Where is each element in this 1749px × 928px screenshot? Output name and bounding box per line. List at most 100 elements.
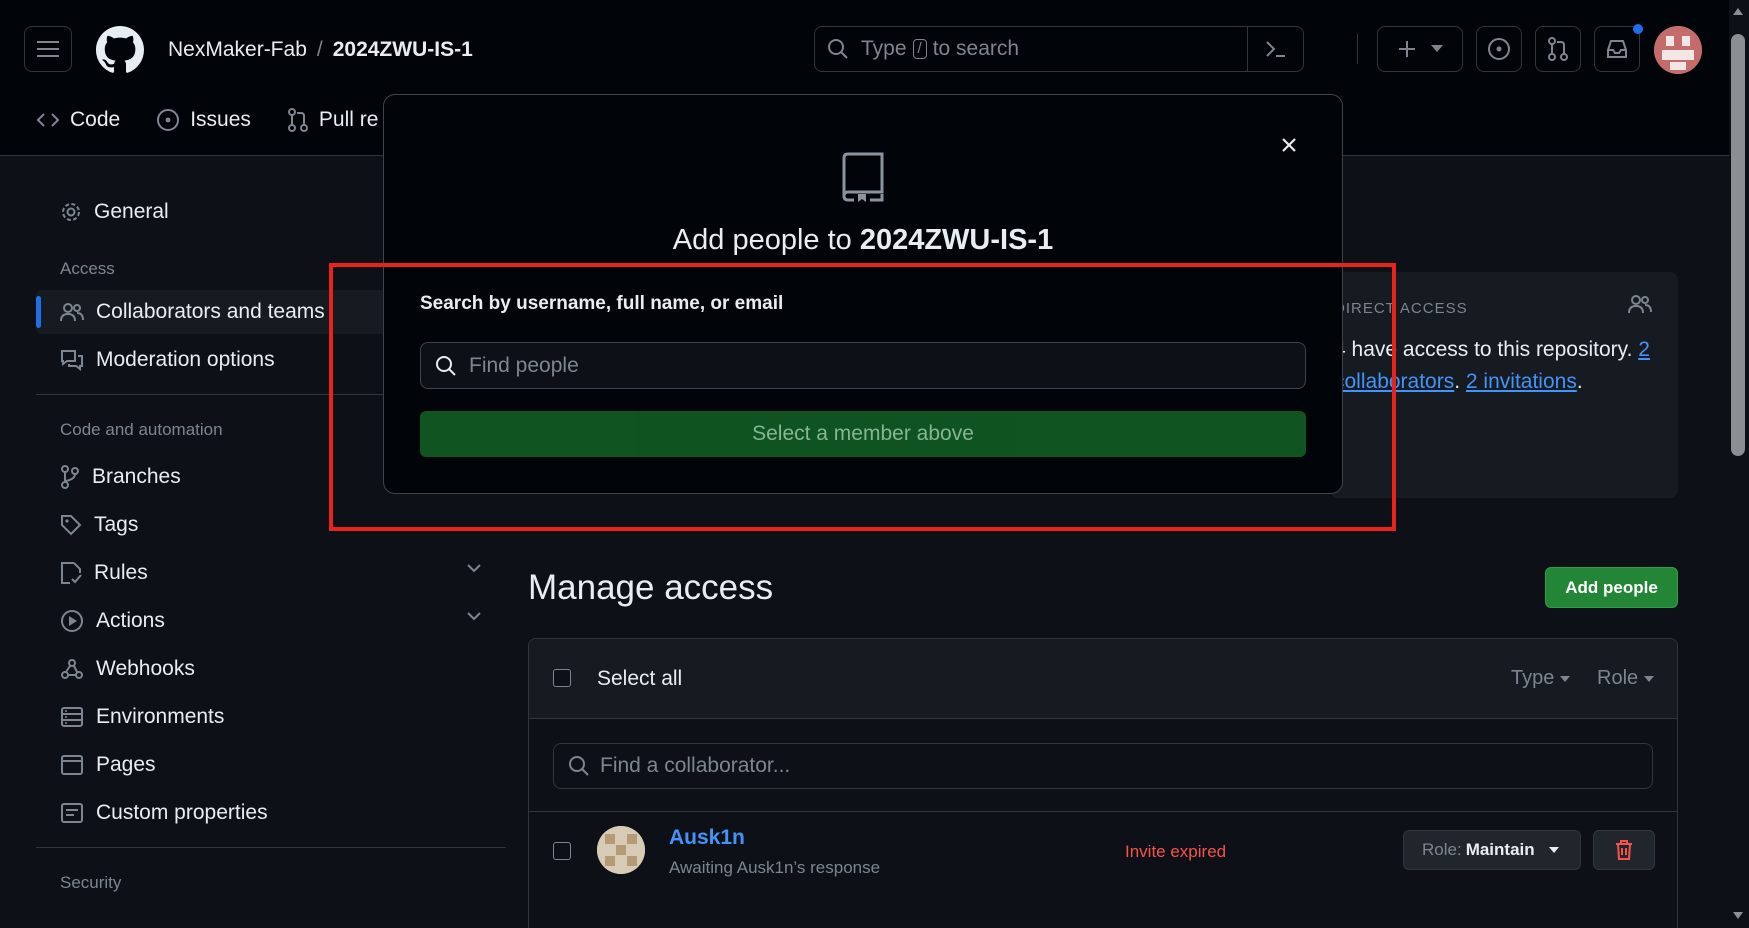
sidebar-item-label: Branches [92, 465, 181, 488]
tab-code[interactable]: Code [36, 108, 120, 132]
role-value: Maintain [1465, 840, 1535, 859]
access-end: . [1576, 370, 1583, 393]
scrollbar-thumb[interactable] [1731, 34, 1745, 456]
plus-icon [1399, 41, 1415, 57]
trash-icon [1616, 840, 1632, 860]
role-label: Role: [1422, 840, 1462, 859]
code-icon [36, 113, 60, 127]
dialog-title-prefix: Add people to [672, 224, 852, 256]
tab-issues[interactable]: Issues [156, 108, 251, 132]
row-checkbox[interactable] [553, 842, 571, 860]
inbox-icon [1607, 40, 1627, 58]
role-filter-label: Role [1597, 667, 1639, 689]
collaborators-table: Select all Type Role Find a collaborator… [528, 638, 1678, 928]
sidebar-item-rules[interactable]: Rules [36, 551, 506, 595]
close-icon[interactable] [1280, 136, 1298, 154]
sidebar-item-label: General [94, 200, 169, 223]
tab-pull-requests-label: Pull re [318, 108, 379, 131]
highlight-box [329, 263, 1396, 531]
inbox-button[interactable] [1594, 26, 1640, 72]
chevron-down-icon[interactable] [466, 563, 482, 573]
sidebar-section-security: Security [60, 873, 122, 892]
repo-icon [838, 152, 888, 204]
issue-icon [1488, 38, 1510, 60]
breadcrumb-owner[interactable]: NexMaker-Fab [168, 38, 307, 61]
play-icon [61, 610, 83, 632]
browser-icon [61, 755, 83, 775]
add-people-button[interactable]: Add people [1545, 567, 1678, 608]
issue-icon [157, 109, 180, 131]
gear-icon [62, 203, 80, 221]
sidebar-item-label: Custom properties [96, 801, 268, 824]
sidebar-item-environments[interactable]: Environments [36, 695, 506, 739]
role-filter[interactable]: Role [1597, 667, 1655, 690]
collaborator-name-link[interactable]: Ausk1n [669, 826, 745, 850]
find-collaborator-input[interactable]: Find a collaborator... [553, 743, 1653, 789]
github-logo-icon[interactable] [96, 26, 144, 74]
collaborator-subtext: Awaiting Ausk1n’s response [669, 858, 881, 877]
select-all-label: Select all [597, 667, 683, 690]
tag-icon [61, 515, 82, 536]
sidebar-item-custom-properties[interactable]: Custom properties [36, 791, 506, 835]
create-new-button[interactable] [1377, 26, 1463, 72]
sidebar-item-label: Moderation options [96, 348, 275, 371]
sidebar-divider [36, 847, 506, 848]
repo-tabs: Code Issues Pull re [36, 108, 378, 132]
hamburger-icon [37, 41, 59, 57]
sidebar-item-label: Rules [94, 561, 148, 584]
sidebar-item-label: Collaborators and teams [96, 300, 325, 323]
invite-status: Invite expired [1125, 842, 1227, 861]
notification-dot [1633, 24, 1643, 34]
dialog-title: Add people to 2024ZWU-IS-1 [383, 224, 1343, 257]
terminal-icon [1265, 41, 1285, 57]
comment-discussion-icon [61, 350, 83, 371]
pull-requests-button[interactable] [1535, 26, 1581, 72]
note-icon [61, 803, 83, 823]
user-avatar[interactable] [1654, 26, 1702, 74]
manage-access-title: Manage access [528, 568, 774, 607]
table-row: Ausk1n Awaiting Ausk1n’s response Invite… [529, 811, 1677, 928]
sidebar-item-actions[interactable]: Actions [36, 599, 506, 643]
select-all-checkbox[interactable] [553, 669, 571, 687]
breadcrumb-repo[interactable]: 2024ZWU-IS-1 [333, 38, 473, 61]
role-dropdown[interactable]: Role: Maintain [1403, 830, 1581, 870]
pull-request-icon [287, 108, 308, 132]
invitations-link[interactable]: 2 invitations [1466, 370, 1577, 393]
type-filter-label: Type [1511, 667, 1555, 689]
command-palette-button[interactable] [1247, 27, 1303, 71]
caret-down-icon [1644, 675, 1655, 682]
collaborators-count-link[interactable]: 2 [1638, 338, 1650, 361]
caret-down-icon [1548, 847, 1559, 853]
search-icon [828, 39, 848, 59]
sidebar-item-label: Pages [96, 753, 156, 776]
tab-code-label: Code [70, 108, 121, 131]
branch-icon [61, 465, 79, 489]
global-search[interactable]: Type / to search [814, 26, 1304, 72]
chevron-down-icon[interactable] [466, 611, 482, 621]
access-dot: . [1454, 370, 1461, 393]
type-filter[interactable]: Type [1511, 667, 1571, 690]
server-icon [61, 707, 83, 727]
rules-icon [61, 562, 82, 584]
search-shortcut-key: / [912, 39, 927, 59]
issues-button[interactable] [1476, 26, 1522, 72]
sidebar-item-label: Environments [96, 705, 225, 728]
scroll-up-arrow-icon[interactable] [1733, 8, 1743, 15]
sidebar-item-webhooks[interactable]: Webhooks [36, 647, 506, 691]
menu-button[interactable] [24, 26, 72, 72]
scroll-down-arrow-icon[interactable] [1733, 912, 1743, 919]
sidebar-item-label: Webhooks [96, 657, 195, 680]
sidebar-item-pages[interactable]: Pages [36, 743, 506, 787]
sidebar-item-label: Actions [96, 609, 165, 632]
breadcrumb: NexMaker-Fab / 2024ZWU-IS-1 [168, 38, 473, 62]
people-icon [60, 303, 84, 322]
remove-collaborator-button[interactable] [1593, 830, 1655, 870]
tab-pull-requests[interactable]: Pull re [287, 108, 379, 132]
avatar[interactable] [597, 826, 645, 874]
caret-down-icon [1431, 45, 1443, 52]
table-header: Select all Type Role [529, 639, 1677, 719]
people-icon [1628, 294, 1652, 314]
header-divider [1357, 34, 1358, 64]
caret-down-icon [1560, 675, 1571, 682]
sidebar-item-label: Tags [94, 513, 139, 536]
